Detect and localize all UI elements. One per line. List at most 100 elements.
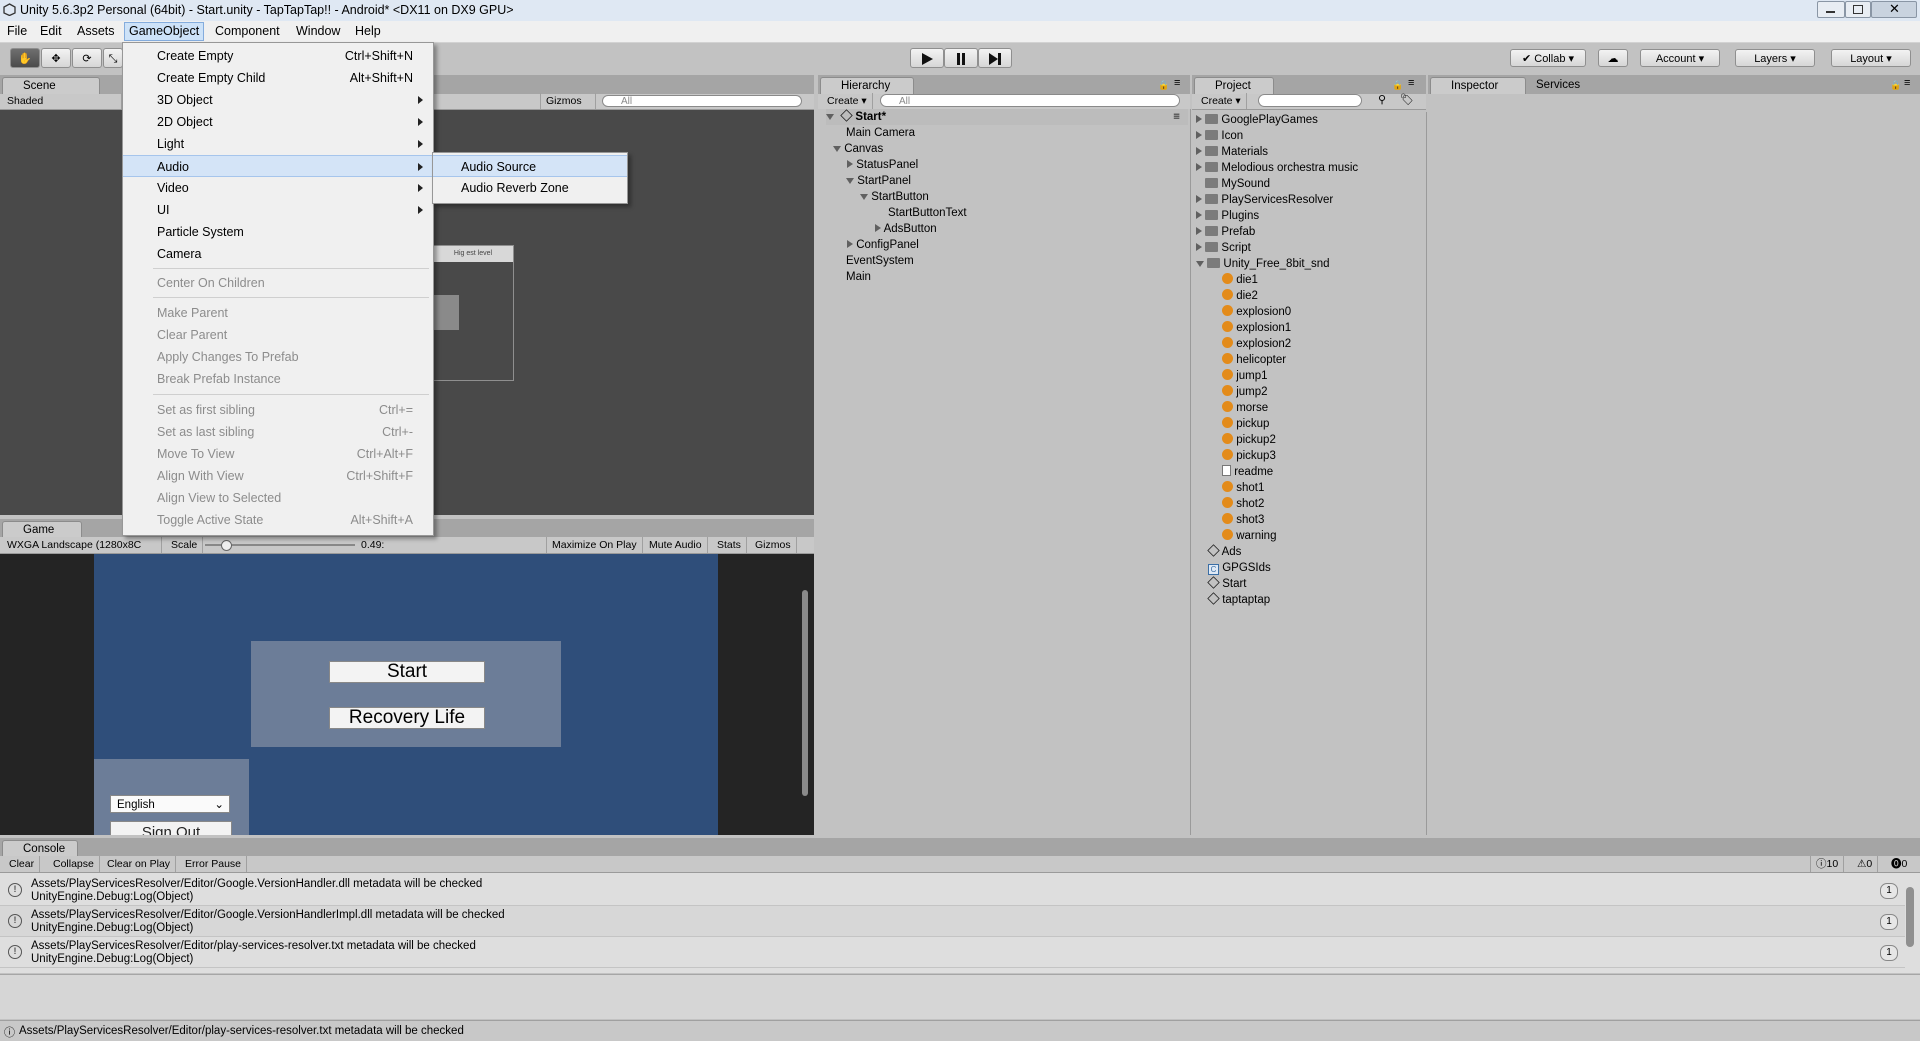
- menu-item-3d-object[interactable]: 3D Object: [123, 89, 433, 111]
- play-button[interactable]: [910, 48, 944, 68]
- project-asset[interactable]: shot2: [1222, 496, 1264, 512]
- menu-icon[interactable]: ≡: [1174, 77, 1180, 89]
- scale-slider-thumb[interactable]: [221, 540, 232, 551]
- project-asset[interactable]: C GPGSIds: [1208, 560, 1271, 576]
- menu-icon[interactable]: ≡: [1904, 77, 1910, 89]
- menu-item-video[interactable]: Video: [123, 177, 433, 199]
- menu-assets[interactable]: Assets: [73, 23, 119, 40]
- hierarchy-item[interactable]: StartButtonText: [888, 205, 967, 221]
- console-scrollbar[interactable]: [1906, 887, 1914, 947]
- project-folder[interactable]: MySound: [1196, 176, 1270, 192]
- hierarchy-item[interactable]: AdsButton: [875, 221, 937, 237]
- tab-game[interactable]: Game: [2, 521, 82, 538]
- game-scrollbar[interactable]: [802, 590, 808, 796]
- tab-scene[interactable]: Scene: [2, 77, 100, 94]
- console-entry[interactable]: ! Assets/PlayServicesResolver/Editor/Goo…: [0, 906, 1905, 937]
- status-message[interactable]: Assets/PlayServicesResolver/Editor/play-…: [19, 1025, 464, 1037]
- pause-button[interactable]: [944, 48, 978, 68]
- menu-item-audio-source[interactable]: Audio Source: [433, 155, 627, 177]
- resolution-dropdown[interactable]: WXGA Landscape (1280x8C: [2, 537, 162, 553]
- scale-slider[interactable]: [205, 540, 355, 551]
- project-asset[interactable]: jump1: [1222, 368, 1268, 384]
- project-asset[interactable]: pickup3: [1222, 448, 1276, 464]
- layers-dropdown[interactable]: Layers ▾: [1735, 49, 1815, 67]
- lock-icon[interactable]: 🔒: [1158, 80, 1169, 91]
- menu-item-apply-changes-to-prefab[interactable]: Apply Changes To Prefab: [123, 346, 433, 368]
- project-asset[interactable]: shot1: [1222, 480, 1264, 496]
- project-create-dropdown[interactable]: Create ▾: [1196, 93, 1247, 109]
- scene-gizmos-dropdown[interactable]: Gizmos: [540, 93, 596, 109]
- project-asset[interactable]: shot3: [1222, 512, 1264, 528]
- project-asset[interactable]: die1: [1222, 272, 1258, 288]
- maximize-on-play-toggle[interactable]: Maximize On Play: [546, 537, 643, 553]
- account-dropdown[interactable]: Account ▾: [1640, 49, 1720, 67]
- hierarchy-item[interactable]: ConfigPanel: [847, 237, 919, 253]
- project-asset[interactable]: morse: [1222, 400, 1268, 416]
- hand-tool-button[interactable]: ✋: [10, 48, 40, 68]
- collab-dropdown[interactable]: ✔ Collab ▾: [1510, 49, 1586, 67]
- menu-item-2d-object[interactable]: 2D Object: [123, 111, 433, 133]
- menu-item-audio[interactable]: Audio: [123, 155, 433, 177]
- minimize-button[interactable]: [1817, 1, 1845, 18]
- menu-item-create-empty-child[interactable]: Create Empty Child Alt+Shift+N: [123, 67, 433, 89]
- language-dropdown[interactable]: English ⌄: [110, 795, 230, 813]
- tab-project[interactable]: Project: [1194, 77, 1274, 94]
- console-clear-button[interactable]: Clear: [4, 856, 41, 872]
- project-folder[interactable]: Plugins: [1196, 208, 1259, 224]
- project-folder[interactable]: Icon: [1196, 128, 1243, 144]
- hierarchy-item[interactable]: Main: [846, 269, 871, 285]
- shading-dropdown[interactable]: Shaded: [2, 93, 122, 109]
- error-count-toggle[interactable]: ⓿0: [1886, 856, 1912, 872]
- step-button[interactable]: [978, 48, 1012, 68]
- menu-item-center-on-children[interactable]: Center On Children: [123, 272, 433, 294]
- project-folder[interactable]: GooglePlayGames: [1196, 112, 1318, 128]
- project-asset[interactable]: explosion2: [1222, 336, 1291, 352]
- menu-help[interactable]: Help: [351, 23, 385, 40]
- scene-menu-icon[interactable]: ≡: [1173, 109, 1180, 125]
- project-asset[interactable]: jump2: [1222, 384, 1268, 400]
- project-folder[interactable]: Script: [1196, 240, 1251, 256]
- start-button[interactable]: Start: [329, 661, 485, 683]
- console-collapse-toggle[interactable]: Collapse: [48, 856, 100, 872]
- scale-tool-button[interactable]: ⤡: [103, 48, 123, 68]
- tab-hierarchy[interactable]: Hierarchy: [820, 77, 914, 94]
- project-folder[interactable]: PlayServicesResolver: [1196, 192, 1333, 208]
- scene-root[interactable]: Start* ≡: [826, 109, 1188, 125]
- game-gizmos-dropdown[interactable]: Gizmos: [750, 537, 797, 553]
- error-pause-toggle[interactable]: Error Pause: [180, 856, 248, 872]
- project-asset[interactable]: Ads: [1207, 544, 1241, 560]
- menu-icon[interactable]: ≡: [1408, 77, 1414, 89]
- project-search-input[interactable]: [1258, 94, 1362, 107]
- project-folder[interactable]: Unity_Free_8bit_snd: [1196, 256, 1330, 272]
- filter-by-label-icon[interactable]: 🏷: [1400, 93, 1414, 106]
- menu-file[interactable]: File: [3, 23, 31, 40]
- console-entry[interactable]: ! Assets/PlayServicesResolver/Editor/Goo…: [0, 875, 1905, 906]
- tab-services[interactable]: Services: [1530, 77, 1610, 94]
- console-entry[interactable]: ! Assets/PlayServicesResolver/Editor/pla…: [0, 937, 1905, 968]
- cloud-button[interactable]: ☁: [1598, 49, 1628, 67]
- hierarchy-item[interactable]: StatusPanel: [847, 157, 918, 173]
- maximize-button[interactable]: [1845, 1, 1871, 18]
- menu-item-break-prefab-instance[interactable]: Break Prefab Instance: [123, 368, 433, 390]
- project-folder[interactable]: Prefab: [1196, 224, 1255, 240]
- project-asset[interactable]: explosion1: [1222, 320, 1291, 336]
- tab-inspector[interactable]: Inspector: [1430, 77, 1526, 94]
- info-count-toggle[interactable]: ⓘ10: [1810, 856, 1845, 872]
- project-asset[interactable]: Start: [1207, 576, 1247, 592]
- project-asset[interactable]: readme: [1222, 464, 1273, 480]
- menu-item-clear-parent[interactable]: Clear Parent: [123, 324, 433, 346]
- mute-audio-toggle[interactable]: Mute Audio: [644, 537, 708, 553]
- scene-search-input[interactable]: All: [602, 95, 802, 107]
- menu-edit[interactable]: Edit: [36, 23, 66, 40]
- layout-dropdown[interactable]: Layout ▾: [1831, 49, 1911, 67]
- project-asset[interactable]: warning: [1222, 528, 1276, 544]
- menu-item-set-first-sibling[interactable]: Set as first sibling Ctrl+=: [123, 399, 433, 421]
- clear-on-play-toggle[interactable]: Clear on Play: [102, 856, 177, 872]
- rotate-tool-button[interactable]: ⟳: [72, 48, 102, 68]
- menu-item-toggle-active-state[interactable]: Toggle Active State Alt+Shift+A: [123, 509, 433, 531]
- menu-gameobject[interactable]: GameObject: [124, 22, 205, 41]
- lock-icon[interactable]: 🔒: [1890, 80, 1901, 91]
- menu-item-camera[interactable]: Camera: [123, 243, 433, 265]
- project-asset[interactable]: explosion0: [1222, 304, 1291, 320]
- lock-icon[interactable]: 🔒: [1392, 80, 1403, 91]
